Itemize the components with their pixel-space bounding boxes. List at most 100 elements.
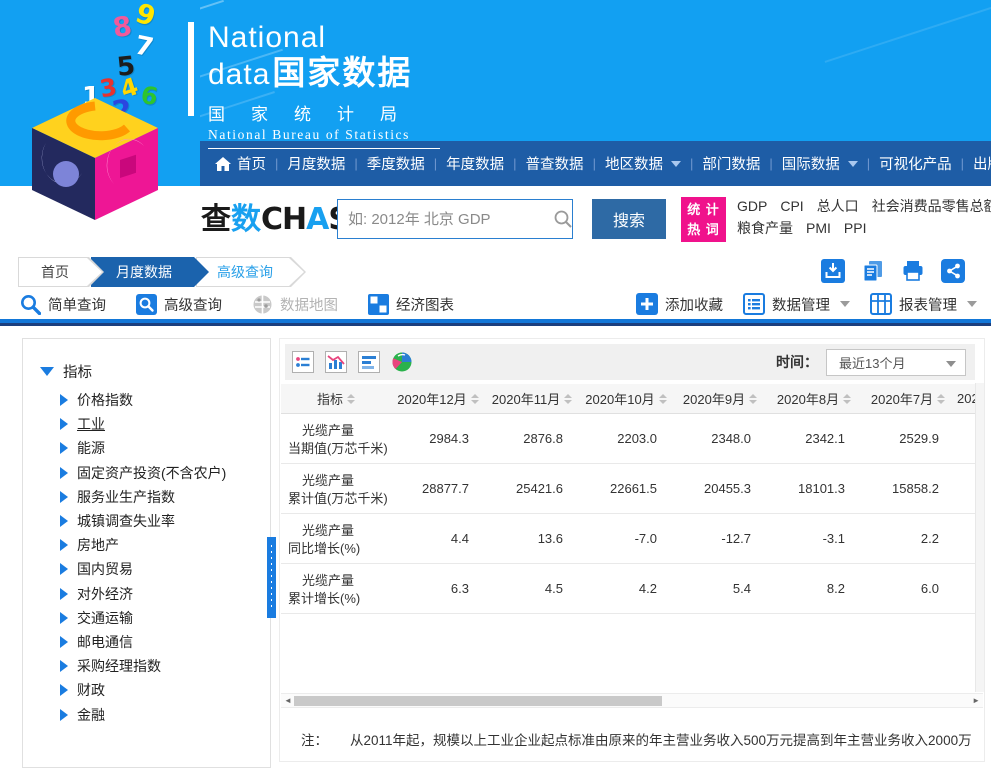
nav-item-4[interactable]: 年度数据	[446, 153, 504, 174]
chevron-right-icon	[60, 588, 68, 600]
toolbar-item-4[interactable]: 经济图表	[368, 294, 454, 315]
toolbar-item-1[interactable]: 简单查询	[20, 294, 106, 315]
column-header[interactable]: 2020年10月	[579, 384, 673, 413]
tab-label: 高级查询	[196, 257, 306, 287]
download-button[interactable]	[821, 259, 845, 283]
scrollbar-thumb[interactable]	[294, 696, 662, 706]
indicator-name-line1: 光缆产量	[302, 520, 354, 539]
site-logo[interactable]: 987534612	[0, 0, 200, 186]
chashu-logo-part: 数	[231, 203, 261, 236]
tree-item[interactable]: 采购经理指数	[23, 654, 270, 678]
value-cell: -3.1	[767, 514, 861, 563]
tree-item[interactable]: 财政	[23, 678, 270, 702]
vertical-scrollbar[interactable]	[975, 383, 984, 692]
column-header[interactable]: 指标	[281, 384, 391, 413]
tree-item[interactable]: 交通运输	[23, 606, 270, 630]
value-cell: -7.0	[579, 514, 673, 563]
toolbar-action-label: 数据管理	[772, 294, 830, 315]
search-box	[337, 199, 573, 239]
search-input[interactable]	[338, 211, 553, 228]
scroll-left-icon[interactable]: ◄	[284, 694, 292, 708]
nav-item-10[interactable]: 出版物	[973, 153, 991, 174]
table-row: 光缆产量累计值(万芯千米)28877.725421.622661.520455.…	[281, 464, 976, 514]
horizontal-scrollbar[interactable]: ◄ ►	[281, 693, 983, 708]
share-button[interactable]	[941, 259, 965, 283]
column-header[interactable]: 2020年9月	[673, 384, 767, 413]
breadcrumb-tab-3[interactable]: 高级查询	[196, 257, 306, 287]
nav-item-6[interactable]: 地区数据	[605, 153, 681, 174]
indicator-cell: 光缆产量累计值(万芯千米)	[281, 464, 391, 513]
table-note: 注：从2011年起，规模以上工业企业起点标准由原来的年主营业务收入500万元提高…	[301, 729, 972, 749]
logo-number: 7	[132, 30, 156, 63]
tree-item[interactable]: 城镇调查失业率	[23, 509, 270, 533]
tree-item[interactable]: 能源	[23, 436, 270, 460]
toolbar-action-3[interactable]: 报表管理	[870, 293, 977, 315]
column-header[interactable]: 2020年12月	[391, 384, 485, 413]
column-header[interactable]: 2020年11月	[485, 384, 579, 413]
grid-box-icon	[870, 293, 892, 315]
value-cell: 2203.0	[579, 414, 673, 463]
toolbar-action-2[interactable]: 数据管理	[743, 293, 850, 315]
print-button[interactable]	[901, 259, 925, 283]
tree-item[interactable]: 国内贸易	[23, 557, 270, 581]
indicator-name-line2: 当期值(万芯千米)	[288, 438, 388, 457]
indicator-name-line1: 光缆产量	[302, 570, 354, 589]
table-row: 光缆产量当期值(万芯千米)2984.32876.82203.02348.0234…	[281, 414, 976, 464]
indicator-tree-panel: 指标 价格指数工业能源固定资产投资(不含农户)服务业生产指数城镇调查失业率房地产…	[22, 338, 271, 768]
hot-word-link[interactable]: PMI	[806, 217, 831, 239]
sort-arrows-icon	[471, 394, 479, 404]
table-view-button[interactable]	[292, 351, 314, 373]
tree-item[interactable]: 房地产	[23, 533, 270, 557]
indicator-name-line2: 同比增长(%)	[288, 538, 360, 557]
hot-word-link[interactable]: CPI	[780, 195, 803, 217]
nav-item-1[interactable]: 首页	[215, 153, 266, 174]
nav-item-5[interactable]: 普查数据	[526, 153, 584, 174]
tree-item[interactable]: 服务业生产指数	[23, 485, 270, 509]
breadcrumb-tab-1[interactable]: 首页	[18, 257, 104, 287]
hot-word-link[interactable]: 社会消费品零售总额	[872, 195, 991, 217]
tree-item[interactable]: 固定资产投资(不含农户)	[23, 461, 270, 485]
hot-word-link[interactable]: GDP	[737, 195, 767, 217]
data-panel: 时间： 最近13个月 指标2020年12月2020年11月2020年10月202…	[279, 338, 985, 762]
value-cell: 2.2	[861, 514, 955, 563]
pie-chart-view-button[interactable]	[391, 351, 413, 373]
tree-item[interactable]: 价格指数	[23, 388, 270, 412]
toolbar-item-3[interactable]: 数据地图	[252, 294, 338, 315]
copy-button[interactable]	[861, 259, 885, 283]
nav-item-7[interactable]: 部门数据	[702, 153, 760, 174]
nav-item-8[interactable]: 国际数据	[782, 153, 858, 174]
column-header[interactable]: 2020年8月	[767, 384, 861, 413]
indicator-name-line1: 光缆产量	[302, 470, 354, 489]
toolbar-item-label: 高级查询	[164, 294, 222, 315]
hot-word-link[interactable]: 粮食产量	[737, 217, 793, 239]
tree-item[interactable]: 工业	[23, 412, 270, 436]
tree-item[interactable]: 邮电通信	[23, 630, 270, 654]
hot-word-link[interactable]: PPI	[844, 217, 867, 239]
nav-item-2[interactable]: 月度数据	[287, 153, 345, 174]
tree-item-label: 国内贸易	[77, 559, 133, 579]
column-header-label: 202	[957, 391, 976, 406]
breadcrumb-tab-2[interactable]: 月度数据	[91, 257, 209, 287]
search-button[interactable]: 搜索	[592, 199, 666, 239]
time-label: 时间：	[776, 352, 818, 372]
chevron-down-icon	[848, 161, 858, 167]
nav-item-label: 国际数据	[782, 153, 840, 174]
indicator-name-line2: 累计值(万芯千米)	[288, 488, 388, 507]
nav-item-9[interactable]: 可视化产品	[879, 153, 952, 174]
panel-splitter[interactable]	[267, 537, 276, 618]
toolbar-item-2[interactable]: 高级查询	[136, 294, 222, 315]
column-header[interactable]: 2020年7月	[861, 384, 955, 413]
tree-item[interactable]: 对外经济	[23, 582, 270, 606]
tree-item[interactable]: 金融	[23, 702, 270, 726]
hot-word-link[interactable]: 总人口	[817, 195, 859, 217]
nav-item-label: 可视化产品	[879, 153, 952, 174]
toolbar-action-1[interactable]: 添加收藏	[636, 293, 723, 315]
bar-chart-view-button[interactable]	[358, 351, 380, 373]
time-range-select[interactable]: 最近13个月	[826, 349, 966, 376]
indicator-name-line2: 累计增长(%)	[288, 588, 360, 607]
column-header[interactable]: 202	[955, 384, 976, 413]
line-chart-view-button[interactable]	[325, 351, 347, 373]
scroll-right-icon[interactable]: ►	[972, 694, 980, 708]
tree-root-indicator[interactable]: 指标	[23, 339, 270, 388]
nav-item-3[interactable]: 季度数据	[367, 153, 425, 174]
